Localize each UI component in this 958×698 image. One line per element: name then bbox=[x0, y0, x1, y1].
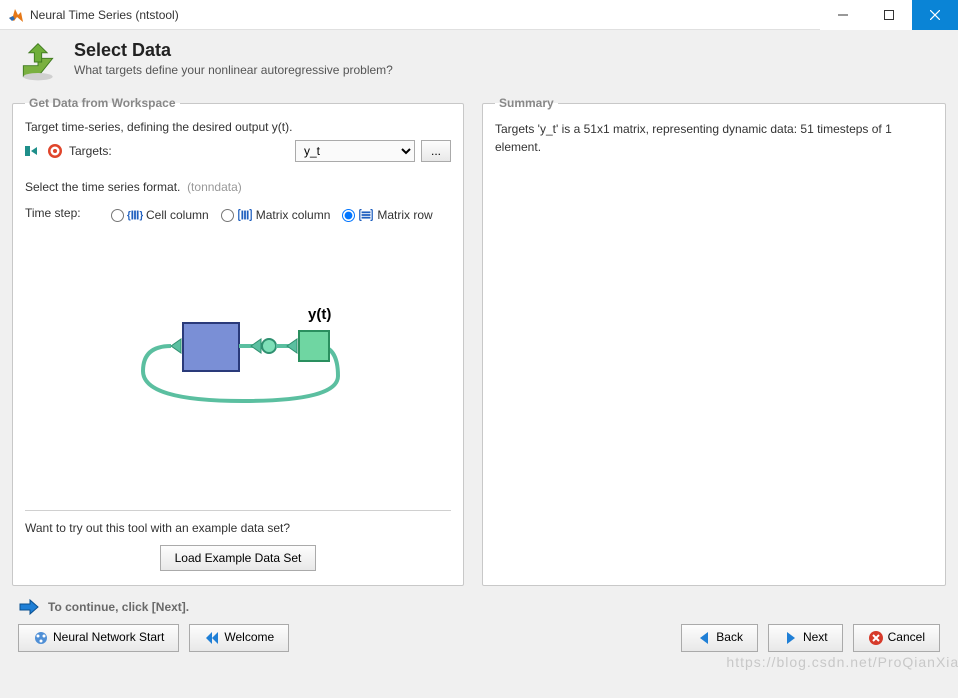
target-icon bbox=[47, 143, 63, 159]
page-title: Select Data bbox=[74, 40, 393, 61]
browse-button[interactable]: ... bbox=[421, 140, 451, 162]
summary-text: Targets 'y_t' is a 51x1 matrix, represen… bbox=[495, 120, 933, 156]
footer-hint: To continue, click [Next]. bbox=[12, 586, 946, 624]
welcome-button[interactable]: Welcome bbox=[189, 624, 289, 652]
brain-icon bbox=[33, 630, 49, 646]
radio-cell-column-input[interactable] bbox=[111, 209, 124, 222]
footer-hint-text: To continue, click [Next]. bbox=[48, 600, 189, 614]
neural-network-start-button[interactable]: Neural Network Start bbox=[18, 624, 179, 652]
next-icon bbox=[783, 630, 799, 646]
diagram-output-label: y(t) bbox=[308, 306, 331, 323]
close-button[interactable] bbox=[912, 0, 958, 30]
input-icon bbox=[25, 143, 41, 159]
cancel-icon bbox=[868, 630, 884, 646]
arrow-right-icon bbox=[18, 598, 40, 616]
matrix-row-icon bbox=[358, 208, 374, 222]
load-example-button[interactable]: Load Example Data Set bbox=[160, 545, 317, 571]
example-text: Want to try out this tool with an exampl… bbox=[25, 521, 451, 535]
cell-column-icon: {} bbox=[127, 208, 143, 222]
svg-text:}: } bbox=[139, 211, 143, 222]
page-header: Select Data What targets define your non… bbox=[12, 30, 946, 88]
targets-label: Targets: bbox=[69, 144, 112, 158]
network-diagram: y(t) bbox=[25, 230, 451, 492]
radio-matrix-column-input[interactable] bbox=[221, 209, 234, 222]
radio-cell-column[interactable]: {} Cell column bbox=[111, 208, 209, 222]
matrix-column-icon bbox=[237, 208, 253, 222]
summary-panel: Summary Targets 'y_t' is a 51x1 matrix, … bbox=[482, 96, 946, 586]
content: Select Data What targets define your non… bbox=[0, 30, 958, 662]
next-button[interactable]: Next bbox=[768, 624, 843, 652]
window-title: Neural Time Series (ntstool) bbox=[30, 8, 820, 22]
watermark: https://blog.csdn.net/ProQianXiao bbox=[726, 654, 958, 670]
minimize-button[interactable] bbox=[820, 0, 866, 30]
back-icon bbox=[696, 630, 712, 646]
titlebar: Neural Time Series (ntstool) bbox=[0, 0, 958, 30]
radio-matrix-column[interactable]: Matrix column bbox=[221, 208, 331, 222]
page-subtitle: What targets define your nonlinear autor… bbox=[74, 63, 393, 77]
svg-text:{: { bbox=[127, 211, 131, 222]
radio-matrix-row[interactable]: Matrix row bbox=[342, 208, 432, 222]
summary-legend: Summary bbox=[495, 96, 558, 110]
matlab-icon bbox=[8, 7, 24, 23]
maximize-button[interactable] bbox=[866, 0, 912, 30]
back-button[interactable]: Back bbox=[681, 624, 758, 652]
format-text: Select the time series format. bbox=[25, 180, 180, 194]
targets-select[interactable]: y_t bbox=[295, 140, 415, 162]
get-data-legend: Get Data from Workspace bbox=[25, 96, 180, 110]
targets-description: Target time-series, defining the desired… bbox=[25, 120, 451, 134]
timestep-label: Time step: bbox=[25, 206, 105, 220]
tonndata-link[interactable]: (tonndata) bbox=[187, 180, 242, 194]
get-data-panel: Get Data from Workspace Target time-seri… bbox=[12, 96, 464, 586]
rewind-icon bbox=[204, 630, 220, 646]
radio-matrix-row-input[interactable] bbox=[342, 209, 355, 222]
select-data-icon bbox=[16, 40, 60, 84]
cancel-button[interactable]: Cancel bbox=[853, 624, 940, 652]
